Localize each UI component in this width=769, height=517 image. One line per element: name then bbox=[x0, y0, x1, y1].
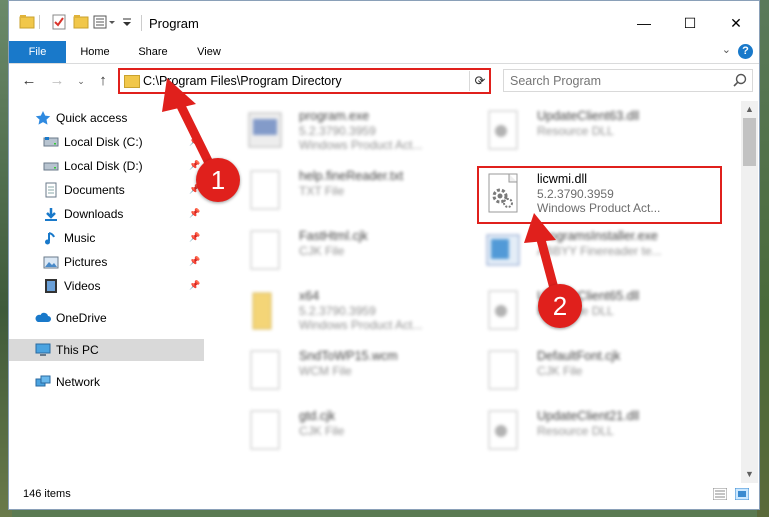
step-1-badge: 1 bbox=[196, 158, 240, 202]
step-2-badge: 2 bbox=[538, 284, 582, 328]
annotation-arrows bbox=[162, 78, 560, 297]
arrow-step-2 bbox=[524, 213, 560, 297]
arrow-step-1 bbox=[162, 78, 215, 170]
